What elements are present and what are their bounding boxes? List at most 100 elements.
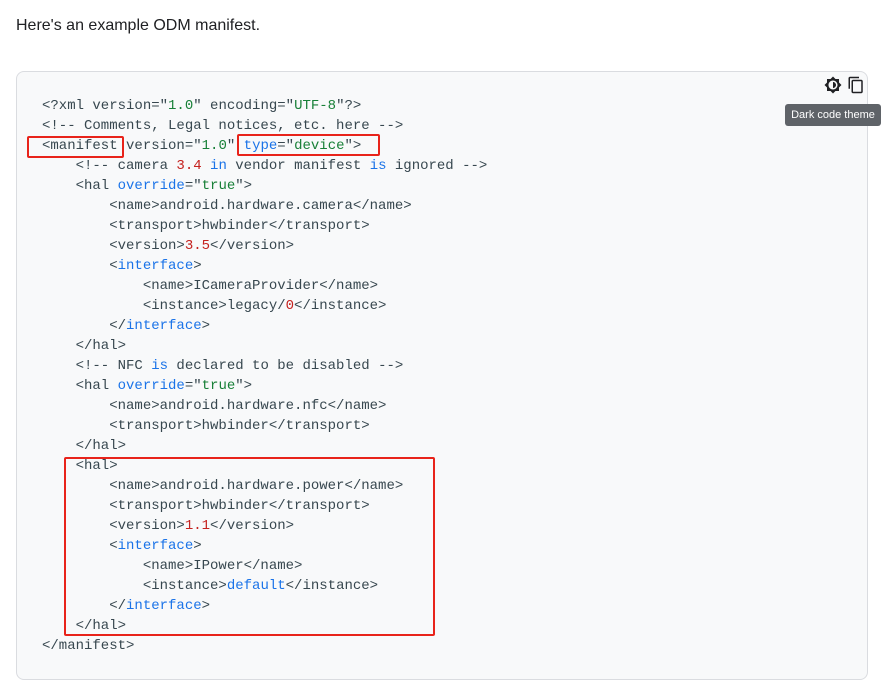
code-token: </hal> bbox=[42, 618, 127, 634]
code-token: in bbox=[210, 158, 227, 174]
code-token: <name>android.hardware.nfc</name> bbox=[42, 398, 387, 414]
code-token: </manifest> bbox=[42, 638, 135, 654]
code-token: <!-- camera bbox=[42, 158, 177, 174]
code-token: <instance> bbox=[42, 578, 227, 594]
code-token: <?xml version=" bbox=[42, 98, 169, 114]
code-token: device bbox=[294, 138, 345, 154]
code-token: =" bbox=[277, 138, 295, 154]
code-line: <instance>default</instance> bbox=[42, 576, 487, 596]
code-token: <name>android.hardware.camera</name> bbox=[42, 198, 412, 214]
code-token: <name>ICameraProvider</name> bbox=[42, 278, 379, 294]
code-token: <transport>hwbinder</transport> bbox=[42, 418, 370, 434]
code-token: <transport>hwbinder</transport> bbox=[42, 218, 370, 234]
code-line: <name>IPower</name> bbox=[42, 556, 487, 576]
code-token: true bbox=[201, 378, 236, 394]
dark-theme-icon bbox=[824, 76, 842, 94]
dark-theme-toggle-button[interactable] bbox=[823, 75, 843, 95]
code-line: <instance>legacy/0</instance> bbox=[42, 296, 487, 316]
copy-code-button[interactable] bbox=[846, 75, 866, 95]
code-token: <version> bbox=[42, 238, 185, 254]
intro-text: Here's an example ODM manifest. bbox=[16, 17, 261, 34]
code-token: <hal bbox=[42, 178, 118, 194]
code-line: <!-- Comments, Legal notices, etc. here … bbox=[42, 116, 487, 136]
code-token: </ bbox=[42, 598, 127, 614]
code-line: <interface> bbox=[42, 256, 487, 276]
code-token: interface bbox=[126, 598, 202, 614]
code-token: </version> bbox=[210, 518, 295, 534]
code-token: true bbox=[201, 178, 236, 194]
code-token: <hal bbox=[42, 378, 118, 394]
code-line: <interface> bbox=[42, 536, 487, 556]
code-token: <hal> bbox=[42, 458, 118, 474]
code-line: </hal> bbox=[42, 336, 487, 356]
code-content: <?xml version="1.0" encoding="UTF-8"?> <!… bbox=[42, 96, 487, 656]
code-line: </hal> bbox=[42, 436, 487, 456]
code-line: <name>ICameraProvider</name> bbox=[42, 276, 487, 296]
code-line: <hal override="true"> bbox=[42, 376, 487, 396]
code-block: <?xml version="1.0" encoding="UTF-8"?> <!… bbox=[16, 71, 868, 680]
code-token: </version> bbox=[210, 238, 295, 254]
code-token: </instance> bbox=[285, 578, 379, 594]
code-token: interface bbox=[126, 318, 202, 334]
code-line: <transport>hwbinder</transport> bbox=[42, 496, 487, 516]
code-token: =" bbox=[184, 378, 202, 394]
code-token: > bbox=[193, 538, 202, 554]
code-line: <name>android.hardware.camera</name> bbox=[42, 196, 487, 216]
code-token: <transport>hwbinder</transport> bbox=[42, 498, 370, 514]
code-token: =" bbox=[184, 178, 202, 194]
dark-theme-tooltip: Dark code theme bbox=[785, 104, 881, 126]
code-token: "> bbox=[344, 138, 362, 154]
code-line: <!-- camera 3.4 in vendor manifest is ig… bbox=[42, 156, 488, 176]
code-token: </hal> bbox=[42, 438, 127, 454]
code-token: 1.0 bbox=[201, 138, 227, 154]
code-token: 3.4 bbox=[176, 158, 202, 174]
code-line: <name>android.hardware.nfc</name> bbox=[42, 396, 487, 416]
code-token: <!-- Comments, Legal notices, etc. here … bbox=[42, 118, 404, 134]
code-token: < bbox=[42, 258, 118, 274]
code-token: ignored --> bbox=[386, 158, 488, 174]
code-token: 3.5 bbox=[184, 238, 211, 254]
code-token: "?> bbox=[336, 98, 362, 114]
code-token: is bbox=[151, 358, 169, 374]
code-line: <name>android.hardware.power</name> bbox=[42, 476, 487, 496]
code-token: " encoding=" bbox=[193, 98, 295, 114]
code-token: > bbox=[201, 598, 211, 614]
code-line: <transport>hwbinder</transport> bbox=[42, 216, 487, 236]
code-token: declared to be disabled --> bbox=[168, 358, 404, 374]
code-token: <name>android.hardware.power</name> bbox=[42, 478, 404, 494]
code-token: is bbox=[369, 158, 387, 174]
code-token: 0 bbox=[285, 298, 295, 314]
code-token: 1.1 bbox=[184, 518, 211, 534]
code-line: <?xml version="1.0" encoding="UTF-8"?> bbox=[42, 96, 487, 116]
code-token: < bbox=[42, 538, 118, 554]
code-token: <!-- NFC bbox=[42, 358, 152, 374]
code-token: <instance>legacy/ bbox=[42, 298, 286, 314]
code-token: <version> bbox=[42, 518, 185, 534]
code-token: interface bbox=[117, 258, 194, 274]
code-token: override bbox=[117, 178, 185, 194]
code-line: <transport>hwbinder</transport> bbox=[42, 416, 487, 436]
code-token: "> bbox=[235, 378, 253, 394]
code-token: UTF-8 bbox=[294, 98, 337, 114]
code-token: "> bbox=[235, 178, 253, 194]
code-token: type bbox=[243, 138, 278, 154]
code-token: override bbox=[117, 378, 185, 394]
copy-icon bbox=[848, 76, 863, 94]
code-line: <hal override="true"> bbox=[42, 176, 487, 196]
code-token: </ bbox=[42, 318, 127, 334]
code-token: </hal> bbox=[42, 338, 127, 354]
code-token: " bbox=[226, 138, 244, 154]
code-token: interface bbox=[117, 538, 194, 554]
code-line: </interface> bbox=[42, 316, 487, 336]
code-token: default bbox=[226, 578, 286, 594]
code-line: </hal> bbox=[42, 616, 487, 636]
code-token: <manifest version=" bbox=[42, 138, 202, 154]
code-line: <!-- NFC is declared to be disabled --> bbox=[42, 356, 487, 376]
code-token: vendor manifest bbox=[226, 158, 370, 174]
code-line: </interface> bbox=[42, 596, 487, 616]
code-line: <manifest version="1.0" type="device"> bbox=[42, 136, 487, 156]
code-line: <version>1.1</version> bbox=[42, 516, 487, 536]
code-line: </manifest> bbox=[42, 636, 487, 656]
code-token: > bbox=[193, 258, 202, 274]
